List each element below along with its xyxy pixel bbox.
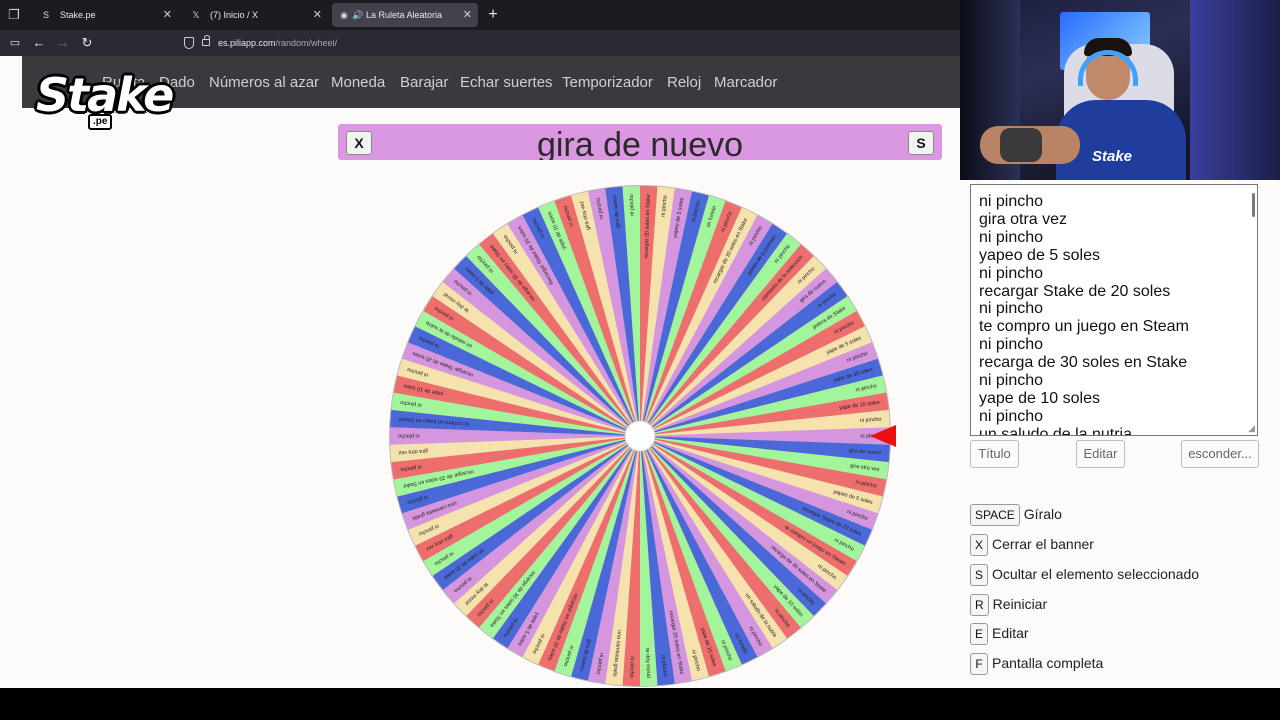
url-bar[interactable]: es.piliapp.com/random/wheel/ [178, 32, 958, 54]
shortcut-key[interactable]: F [970, 653, 988, 675]
shortcut-key[interactable]: S [970, 564, 989, 586]
letterbox-bar [0, 688, 1280, 720]
entry-line: recarga de 30 soles en Stake [979, 354, 1188, 372]
hide-selected-button[interactable]: S [908, 131, 934, 155]
shortcut-key[interactable]: R [970, 594, 989, 616]
nav-link-barajar[interactable]: Barajar [400, 74, 448, 91]
shortcut-r: R Reiniciar [970, 593, 1047, 616]
shortcut-e: E Editar [970, 622, 1029, 645]
entry-line: yapeo de 5 soles [979, 246, 1100, 264]
tab-bar: ❐ S Stake.pe ✕ 𝕏 (7) Inicio / X ✕ ◉ 🔊 La… [0, 0, 960, 30]
webcam-glove [1000, 128, 1042, 162]
banner-text: gira de nuevo [536, 126, 744, 160]
wheel-slice-label: ni pincho [629, 194, 636, 216]
entries-list: ni pincho gira otra vez ni pincho yapeo de … [979, 193, 1249, 436]
tab-favicon-icon: 𝕏 [192, 10, 200, 20]
wheel-hub[interactable] [624, 420, 656, 452]
tab-manager-icon[interactable]: ❐ [6, 7, 22, 23]
shield-icon[interactable] [184, 37, 194, 49]
shortcut-s: S Ocultar el elemento seleccionado [970, 563, 1199, 586]
tab-favicon-icon: S [42, 10, 49, 20]
entry-line: te compro un juego en Steam [979, 318, 1189, 336]
resize-handle-icon[interactable]: ◢ [1248, 423, 1255, 434]
tab-x[interactable]: 𝕏 (7) Inicio / X ✕ [180, 3, 328, 27]
nav-link-echar-suertes[interactable]: Echar suertes [460, 74, 553, 91]
entry-line: ni pincho [979, 300, 1044, 318]
entry-line: ni pincho [979, 336, 1044, 354]
wheel-slice-label: te doy moral [644, 648, 651, 678]
nav-link-moneda[interactable]: Moneda [331, 74, 385, 91]
shortcut-x: X Cerrar el banner [970, 533, 1094, 556]
prize-wheel[interactable]: ni pinchogira de nuevogira otra vezni pi… [380, 172, 920, 688]
reload-icon[interactable]: ↻ [78, 34, 96, 52]
side-panel: ni pincho gira otra vez ni pincho yapeo de … [960, 180, 1280, 688]
entry-line: ni pincho [979, 193, 1044, 210]
navigation-bar: ▭ ← → ↻ es.piliapp.com/random/wheel/ [0, 30, 960, 56]
entry-line: ni pincho [979, 372, 1044, 390]
webcam-shirt-text: Stake [1092, 148, 1133, 165]
url-path: /random/wheel/ [275, 38, 338, 48]
shortcut-label: Pantalla completa [992, 655, 1104, 671]
nav-link-temporizador[interactable]: Temporizador [562, 74, 653, 91]
stake-logo: Stake .pe [36, 68, 174, 134]
url-domain: es.piliapp.com [218, 38, 276, 48]
shortcut-label: Gíralo [1023, 506, 1062, 522]
webcam-feed: Stake [960, 0, 1280, 180]
back-icon[interactable]: ← [30, 34, 48, 52]
entry-line: ni pincho [979, 264, 1044, 282]
sidebar-toggle-icon[interactable]: ▭ [6, 34, 24, 52]
shortcut-label: Cerrar el banner [992, 536, 1094, 552]
tab-stake[interactable]: S Stake.pe ✕ [30, 3, 178, 27]
nav-link-marcador[interactable]: Marcador [714, 74, 777, 91]
entry-line: recargar Stake de 20 soles [979, 282, 1171, 300]
tab-title: La Ruleta Aleatoria [366, 10, 443, 20]
entry-line: ni pincho [979, 228, 1044, 246]
close-icon[interactable]: ✕ [163, 3, 172, 27]
shortcut-space: SPACE Gíralo [970, 503, 1062, 526]
result-banner: gira de nuevo X S [338, 124, 942, 160]
shortcut-label: Reiniciar [992, 596, 1048, 612]
page-content: Ruleta Dado Números al azar Moneda Baraj… [0, 56, 960, 688]
entry-line: un saludo de la nutria [979, 425, 1132, 436]
textarea-scrollbar[interactable] [1252, 193, 1255, 217]
close-icon[interactable]: ✕ [463, 3, 472, 27]
shortcut-label: Editar [992, 625, 1029, 641]
shortcut-key[interactable]: SPACE [970, 504, 1020, 526]
hide-button[interactable]: esconder... [1181, 440, 1259, 468]
title-button[interactable]: Título [970, 440, 1019, 468]
nav-link-numeros[interactable]: Números al azar [209, 74, 319, 91]
lock-icon[interactable] [202, 35, 210, 46]
tab-title: (7) Inicio / X [210, 10, 259, 20]
forward-icon[interactable]: → [54, 34, 72, 52]
speaker-icon[interactable]: 🔊 [352, 3, 363, 27]
webcam-background [1190, 0, 1280, 180]
tab-title: Stake.pe [60, 10, 96, 20]
entry-line: ni pincho [979, 407, 1044, 425]
close-banner-button[interactable]: X [346, 131, 372, 155]
tab-ruleta[interactable]: ◉ 🔊 La Ruleta Aleatoria ✕ [332, 3, 478, 27]
close-icon[interactable]: ✕ [313, 3, 322, 27]
edit-button[interactable]: Editar [1076, 440, 1125, 468]
entry-line: yape de 10 soles [979, 389, 1100, 407]
entry-line: gira otra vez [979, 210, 1068, 228]
nav-link-reloj[interactable]: Reloj [667, 74, 701, 91]
shortcut-key[interactable]: E [970, 623, 989, 645]
shortcut-f: F Pantalla completa [970, 652, 1103, 675]
wheel-slice-label: ni pincho [628, 656, 635, 678]
stake-logo-suffix: .pe [88, 114, 113, 130]
entries-textarea[interactable]: ni pincho gira otra vez ni pincho yapeo de … [970, 184, 1258, 436]
shortcut-key[interactable]: X [970, 534, 989, 556]
tab-favicon-icon: ◉ [340, 10, 348, 20]
wheel-slice-label: ni pincho [398, 433, 420, 439]
new-tab-icon[interactable]: + [486, 5, 500, 25]
shortcut-label: Ocultar el elemento seleccionado [992, 566, 1200, 582]
